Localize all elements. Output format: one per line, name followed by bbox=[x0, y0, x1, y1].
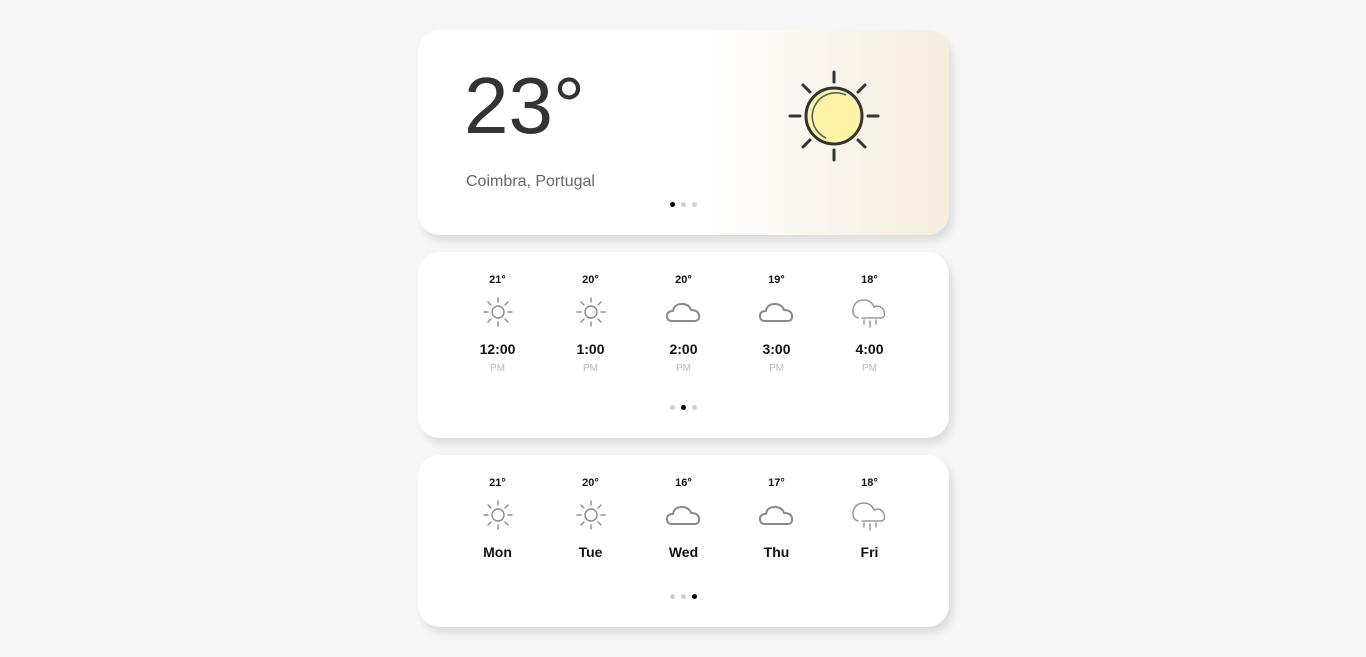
current-weather-card: 23° Coimbra, Portugal bbox=[418, 30, 949, 235]
forecast-period: PM bbox=[769, 363, 784, 374]
forecast-day: Thu bbox=[763, 544, 790, 560]
sun-icon bbox=[482, 297, 513, 327]
current-temperature: 23° bbox=[464, 61, 585, 150]
sun-icon bbox=[788, 70, 880, 162]
forecast-temperature: 19° bbox=[768, 274, 785, 286]
sun-icon bbox=[575, 297, 606, 327]
hourly-forecast-card: 21° 12:00 PM 20° 1:00 PM 20° 2:00 PM 19° 3:00 PM 18°… bbox=[418, 252, 949, 438]
cloud-icon bbox=[758, 303, 793, 322]
forecast-temperature: 20° bbox=[582, 274, 599, 286]
forecast-item: 17° Thu bbox=[730, 476, 823, 560]
sun-icon bbox=[575, 500, 606, 530]
forecast-item: 20° 2:00 PM bbox=[637, 273, 730, 374]
forecast-day: Wed bbox=[668, 544, 699, 560]
forecast-temperature: 18° bbox=[861, 274, 878, 286]
page-dot-3[interactable] bbox=[692, 405, 697, 410]
daily-forecast-card: 21° Mon 20° Tue 16° Wed 17° Thu 18° Fri bbox=[418, 455, 949, 627]
daily-forecast-list: 21° Mon 20° Tue 16° Wed 17° Thu 18° Fri bbox=[451, 476, 916, 560]
page-indicator[interactable] bbox=[418, 405, 949, 410]
page-dot-2[interactable] bbox=[681, 202, 686, 207]
forecast-time: 1:00 bbox=[576, 341, 605, 357]
forecast-temperature: 20° bbox=[582, 477, 599, 489]
forecast-day: Tue bbox=[578, 544, 603, 560]
sun-icon bbox=[482, 500, 513, 530]
forecast-item: 18° Fri bbox=[823, 476, 916, 560]
forecast-period: PM bbox=[676, 363, 691, 374]
cloud-icon bbox=[665, 303, 700, 322]
page-indicator[interactable] bbox=[418, 594, 949, 599]
page-indicator[interactable] bbox=[418, 202, 949, 207]
forecast-period: PM bbox=[490, 363, 505, 374]
forecast-period: PM bbox=[862, 363, 877, 374]
forecast-day: Fri bbox=[860, 544, 879, 560]
page-dot-1[interactable] bbox=[670, 202, 675, 207]
rain-icon bbox=[851, 299, 885, 328]
location-label: Coimbra, Portugal bbox=[466, 173, 595, 190]
page-dot-1[interactable] bbox=[670, 405, 675, 410]
page-dot-1[interactable] bbox=[670, 594, 675, 599]
forecast-item: 16° Wed bbox=[637, 476, 730, 560]
forecast-item: 21° 12:00 PM bbox=[451, 273, 544, 374]
page-dot-3[interactable] bbox=[692, 594, 697, 599]
forecast-temperature: 17° bbox=[768, 477, 785, 489]
forecast-item: 21° Mon bbox=[451, 476, 544, 560]
forecast-time: 4:00 bbox=[855, 341, 884, 357]
forecast-item: 20° Tue bbox=[544, 476, 637, 560]
forecast-temperature: 18° bbox=[861, 477, 878, 489]
forecast-item: 19° 3:00 PM bbox=[730, 273, 823, 374]
forecast-period: PM bbox=[583, 363, 598, 374]
page-dot-3[interactable] bbox=[692, 202, 697, 207]
forecast-item: 20° 1:00 PM bbox=[544, 273, 637, 374]
forecast-time: 2:00 bbox=[669, 341, 698, 357]
forecast-day: Mon bbox=[483, 544, 512, 560]
rain-icon bbox=[851, 502, 885, 531]
hourly-forecast-list: 21° 12:00 PM 20° 1:00 PM 20° 2:00 PM 19° 3:00 PM 18°… bbox=[451, 273, 916, 374]
forecast-time: 3:00 bbox=[762, 341, 791, 357]
forecast-time: 12:00 bbox=[479, 341, 516, 357]
forecast-temperature: 16° bbox=[675, 477, 692, 489]
cloud-icon bbox=[665, 506, 700, 525]
cloud-icon bbox=[758, 506, 793, 525]
page-dot-2[interactable] bbox=[681, 594, 686, 599]
page-dot-2[interactable] bbox=[681, 405, 686, 410]
forecast-item: 18° 4:00 PM bbox=[823, 273, 916, 374]
forecast-temperature: 21° bbox=[489, 477, 506, 489]
forecast-temperature: 21° bbox=[489, 274, 506, 286]
forecast-temperature: 20° bbox=[675, 274, 692, 286]
